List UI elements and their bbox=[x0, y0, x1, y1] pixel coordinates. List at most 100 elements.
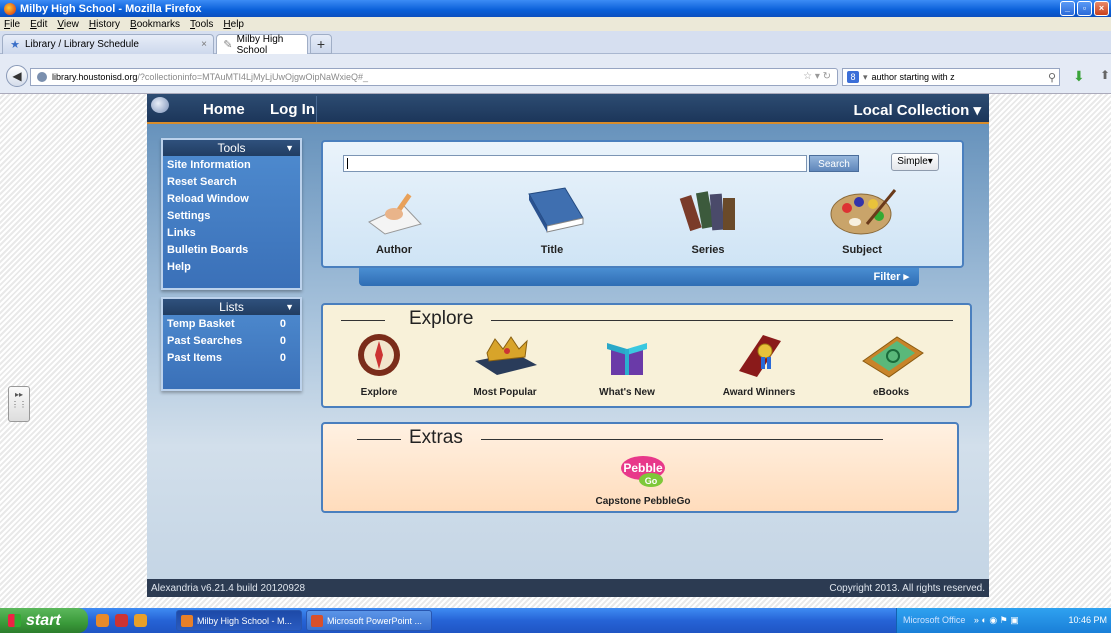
windows-logo-icon bbox=[8, 614, 21, 627]
tools-links[interactable]: Links bbox=[163, 225, 300, 242]
pebblego-logo-icon: Pebble Go bbox=[583, 454, 703, 488]
minimize-button[interactable]: _ bbox=[1060, 1, 1075, 16]
award-book-icon bbox=[709, 331, 809, 379]
window-title: Milby High School - Mozilla Firefox bbox=[20, 2, 202, 15]
quick-launch bbox=[96, 614, 147, 627]
pebblego-logo-bottom: Go bbox=[645, 476, 658, 486]
tools-settings[interactable]: Settings bbox=[163, 208, 300, 225]
chevron-down-icon: ▼ bbox=[285, 143, 294, 153]
tools-bulletin-boards[interactable]: Bulletin Boards bbox=[163, 242, 300, 259]
star-icon: ★ bbox=[10, 39, 20, 51]
list-past-searches[interactable]: Past Searches 0 bbox=[163, 333, 300, 350]
menu-bookmarks[interactable]: Bookmarks bbox=[130, 19, 180, 30]
lists-header[interactable]: Lists ▼ bbox=[163, 299, 300, 315]
firefox-quicklaunch-icon[interactable] bbox=[96, 614, 109, 627]
collection-selector[interactable]: Local Collection ▾ bbox=[853, 101, 981, 119]
firefox-icon bbox=[4, 2, 16, 15]
menu-edit[interactable]: Edit bbox=[30, 19, 47, 30]
palette-icon bbox=[817, 184, 907, 238]
windows-taskbar: start Milby High School - M... Microsoft… bbox=[0, 608, 1111, 633]
explore-heading: Explore bbox=[409, 308, 474, 329]
extras-heading: Extras bbox=[409, 427, 463, 448]
catalog-search-input[interactable] bbox=[343, 155, 807, 172]
category-series[interactable]: Series bbox=[663, 184, 753, 256]
footer-copyright: Copyright 2013. All rights reserved. bbox=[829, 582, 985, 594]
pebblego-logo-top: Pebble bbox=[623, 461, 663, 475]
url-domain: library.houstonisd.org bbox=[52, 72, 138, 82]
tab-bar: ★ Library / Library Schedule × ✎ Milby H… bbox=[0, 31, 1111, 56]
explore-item-most-popular[interactable]: Most Popular bbox=[455, 331, 555, 398]
tools-site-information[interactable]: Site Information bbox=[163, 157, 300, 174]
tray-clock: 10:46 PM bbox=[1068, 615, 1107, 625]
tools-panel: Tools ▼ Site Information Reset Search Rel… bbox=[161, 138, 302, 290]
gift-box-icon bbox=[577, 331, 677, 379]
books-stack-icon bbox=[663, 184, 753, 238]
category-author[interactable]: Author bbox=[349, 184, 439, 256]
download-icon[interactable]: ⬇ bbox=[1073, 68, 1085, 85]
list-temp-basket[interactable]: Temp Basket 0 bbox=[163, 316, 300, 333]
chevron-down-icon: ▼ bbox=[285, 302, 294, 312]
tab-label: Milby High School bbox=[236, 33, 284, 56]
taskbar-firefox[interactable]: Milby High School - M... bbox=[176, 610, 302, 631]
side-panel-handle[interactable]: ▸▸ ⋮⋮ bbox=[8, 386, 30, 422]
list-past-items[interactable]: Past Items 0 bbox=[163, 350, 300, 367]
explore-item-whats-new[interactable]: What's New bbox=[577, 331, 677, 398]
site-identity-icon[interactable] bbox=[37, 72, 47, 82]
menu-tools[interactable]: Tools bbox=[190, 19, 213, 30]
tab-close-icon[interactable]: × bbox=[201, 39, 207, 50]
footer-version: Alexandria v6.21.4 build 20120928 bbox=[151, 582, 306, 594]
extras-section: Extras Pebble Go Capstone PebbleGo bbox=[321, 422, 959, 513]
nav-home[interactable]: Home bbox=[203, 101, 245, 118]
search-mode-dropdown[interactable]: Simple▾ bbox=[891, 153, 939, 171]
tools-reload-window[interactable]: Reload Window bbox=[163, 191, 300, 208]
explore-item-ebooks[interactable]: eBooks bbox=[841, 331, 941, 398]
menu-history[interactable]: History bbox=[89, 19, 120, 30]
firefox-icon bbox=[181, 615, 193, 627]
explore-item-explore[interactable]: Explore bbox=[329, 331, 429, 398]
google-icon[interactable]: 8 bbox=[847, 71, 859, 83]
menu-help[interactable]: Help bbox=[223, 19, 244, 30]
tab-milby-high-school[interactable]: ✎ Milby High School bbox=[216, 33, 308, 56]
tools-help[interactable]: Help bbox=[163, 259, 300, 276]
app-footer: Alexandria v6.21.4 build 20120928 Copyri… bbox=[147, 579, 989, 597]
home-icon[interactable]: ⬆ bbox=[1100, 68, 1110, 82]
menu-bar: File Edit View History Bookmarks Tools H… bbox=[0, 17, 1111, 31]
tools-header[interactable]: Tools ▼ bbox=[163, 140, 300, 156]
search-button[interactable]: Search bbox=[809, 155, 859, 172]
close-button[interactable]: × bbox=[1094, 1, 1109, 16]
search-icon[interactable]: ⚲ bbox=[1048, 71, 1056, 84]
ebook-icon bbox=[841, 331, 941, 379]
menu-view[interactable]: View bbox=[57, 19, 79, 30]
category-title[interactable]: Title bbox=[507, 184, 597, 256]
tab-library-schedule[interactable]: ★ Library / Library Schedule × bbox=[2, 34, 214, 54]
url-path: /?collectioninfo=MTAuMTI4LjMyLjUwOjgwOip… bbox=[137, 72, 369, 82]
category-subject[interactable]: Subject bbox=[817, 184, 907, 256]
explore-item-award-winners[interactable]: Award Winners bbox=[709, 331, 809, 398]
filter-bar[interactable]: Filter ▸ bbox=[359, 268, 919, 286]
page-icon: ✎ bbox=[223, 39, 233, 51]
back-button[interactable]: ◀ bbox=[6, 65, 28, 87]
tray-office-label: Microsoft Office bbox=[903, 615, 966, 625]
search-engine-box[interactable]: 8 ▾ author starting with z ⚲ bbox=[842, 68, 1060, 86]
bookmark-star-icon[interactable]: ☆ ▾ ↻ bbox=[803, 71, 831, 82]
gmail-quicklaunch-icon[interactable] bbox=[115, 614, 128, 627]
menu-file[interactable]: File bbox=[4, 19, 20, 30]
search-engine-input[interactable]: author starting with z bbox=[872, 72, 955, 82]
tools-reset-search[interactable]: Reset Search bbox=[163, 174, 300, 191]
powerpoint-icon bbox=[311, 615, 323, 627]
nav-login[interactable]: Log In bbox=[270, 101, 315, 118]
lists-panel: Lists ▼ Temp Basket 0 Past Searches 0 Past … bbox=[161, 297, 302, 391]
url-bar[interactable]: library.houstonisd.org /?collectioninfo=… bbox=[30, 68, 838, 86]
extras-item-pebblego[interactable]: Pebble Go Capstone PebbleGo bbox=[583, 454, 703, 507]
taskbar-powerpoint[interactable]: Microsoft PowerPoint ... bbox=[306, 610, 432, 631]
firefox-quicklaunch-icon-2[interactable] bbox=[134, 614, 147, 627]
maximize-button[interactable]: ▫ bbox=[1077, 1, 1092, 16]
book-icon bbox=[507, 184, 597, 238]
start-button[interactable]: start bbox=[0, 608, 88, 633]
compass-icon bbox=[329, 331, 429, 379]
search-panel: Search Simple▾ Author Title Series Subje… bbox=[321, 140, 964, 268]
system-tray: Microsoft Office » ◐ ◉ ⚑ ▣ 10:46 PM bbox=[896, 608, 1111, 633]
explore-section: Explore Explore Most Popular What's New bbox=[321, 303, 972, 408]
new-tab-button[interactable]: + bbox=[310, 34, 332, 54]
alexandria-logo-icon bbox=[151, 97, 169, 113]
